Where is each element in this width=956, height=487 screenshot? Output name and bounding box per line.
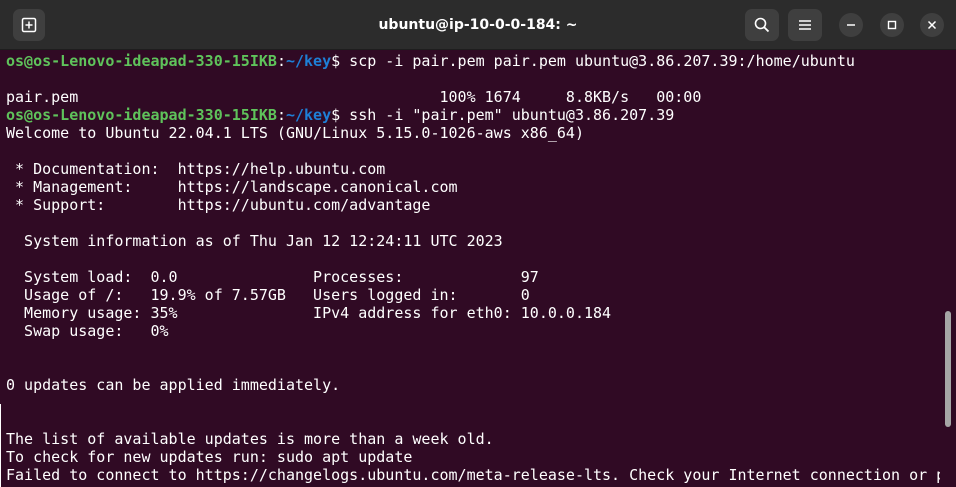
prompt-line-ssh: os@os-Lenovo-ideapad-330-15IKB:~/key$ ss… [6, 106, 674, 124]
prompt-path: ~/key [285, 52, 332, 70]
maximize-icon [887, 20, 897, 30]
memory-usage-line: Memory usage: 35% IPv4 address for eth0:… [6, 304, 612, 322]
search-button[interactable] [745, 9, 779, 41]
documentation-line: * Documentation: https://help.ubuntu.com [6, 160, 386, 178]
command-text: $ scp -i pair.pem pair.pem ubuntu@3.86.2… [331, 52, 855, 70]
hamburger-menu-icon [799, 20, 811, 30]
system-info-header: System information as of Thu Jan 12 12:2… [6, 232, 503, 250]
title-bar: ubuntu@ip-10-0-0-184: ~ [0, 0, 956, 50]
prompt-user: os@os-Lenovo-ideapad-330-15IKB [6, 52, 277, 70]
updates-old-line: The list of available updates is more th… [6, 430, 494, 448]
prompt-separator: : [276, 106, 286, 124]
system-load-line: System load: 0.0 Processes: 97 [6, 268, 539, 286]
menu-button[interactable] [788, 9, 822, 41]
close-button[interactable] [920, 13, 944, 37]
updates-line: 0 updates can be applied immediately. [6, 376, 341, 394]
command-text: $ ssh -i "pair.pem" ubuntu@3.86.207.39 [331, 106, 675, 124]
support-line: * Support: https://ubuntu.com/advantage [6, 196, 431, 214]
close-icon [927, 20, 937, 30]
maximize-button[interactable] [880, 13, 904, 37]
search-icon [754, 17, 770, 33]
swap-usage-line: Swap usage: 0% [6, 322, 169, 340]
minimize-button[interactable] [839, 13, 863, 37]
prompt-user: os@os-Lenovo-ideapad-330-15IKB [6, 106, 277, 124]
transfer-progress-line: pair.pem 100% 1674 8.8KB/s 00:00 [6, 88, 702, 106]
window-title: ubuntu@ip-10-0-0-184: ~ [378, 17, 578, 33]
check-updates-line: To check for new updates run: sudo apt u… [6, 448, 413, 466]
prompt-line-scp: os@os-Lenovo-ideapad-330-15IKB:~/key$ sc… [6, 52, 855, 70]
prompt-separator: : [276, 52, 286, 70]
terminal-window: ubuntu@ip-10-0-0-184: ~ os@os-Lenovo-ide… [0, 0, 956, 487]
minimize-icon [847, 24, 855, 26]
new-tab-button[interactable] [13, 9, 45, 41]
window-edge [0, 404, 1, 487]
terminal-output[interactable]: os@os-Lenovo-ideapad-330-15IKB:~/key$ sc… [0, 51, 940, 487]
failed-connect-line: Failed to connect to https://changelogs.… [6, 466, 940, 484]
management-line: * Management: https://landscape.canonica… [6, 178, 458, 196]
new-tab-icon [21, 17, 37, 33]
prompt-path: ~/key [285, 106, 332, 124]
disk-usage-line: Usage of /: 19.9% of 7.57GB Users logged… [6, 286, 530, 304]
welcome-line: Welcome to Ubuntu 22.04.1 LTS (GNU/Linux… [6, 124, 584, 142]
scrollbar-thumb[interactable] [945, 311, 951, 427]
